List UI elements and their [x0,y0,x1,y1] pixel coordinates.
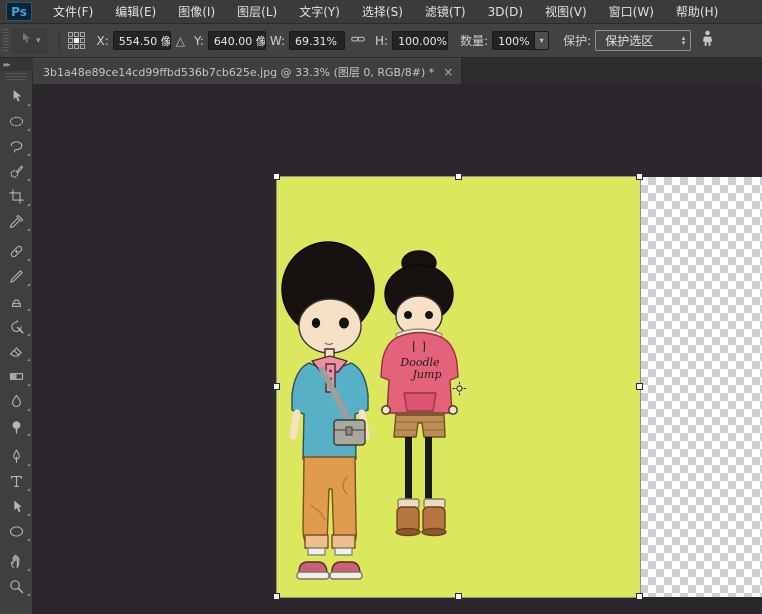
w-input[interactable]: 69.31% [289,31,345,50]
menu-bar: Ps 文件(F)编辑(E)图像(I)图层(L)文字(Y)选择(S)滤镜(T)3D… [0,0,762,24]
pen-tool-icon[interactable] [0,444,33,469]
menu-item[interactable]: 图像(I) [167,0,226,24]
transform-handle[interactable] [636,383,643,390]
toolbar-collapse-button[interactable]: ▸▸ [0,58,33,71]
w-label: W: [270,34,285,48]
transform-handle[interactable] [636,173,643,180]
document-tab[interactable]: 3b1a48e89ce14cd99ffbd536b7cb625e.jpg @ 3… [33,58,462,84]
transform-handle[interactable] [636,593,643,600]
marquee-tool-icon[interactable] [0,109,33,134]
shape-tool-icon[interactable] [0,519,33,544]
history-brush-tool-icon[interactable] [0,314,33,339]
amount-dropdown-button[interactable]: ▾ [534,31,549,50]
chevron-down-icon: ▾ [540,36,544,45]
menu-item[interactable]: 编辑(E) [104,0,167,24]
toolbar-grip[interactable] [6,73,26,82]
tool-bar: ▸▸ [0,58,33,614]
crop-tool-icon[interactable] [0,184,33,209]
y-input[interactable]: 640.00 像素 [208,31,266,50]
tab-bar: 3b1a48e89ce14cd99ffbd536b7cb625e.jpg @ 3… [33,58,762,84]
tool-preset-picker[interactable]: ▾ [12,28,47,53]
select-spinner-icon: ▴▾ [682,36,686,46]
reference-point-locator[interactable] [68,32,85,49]
transform-handle[interactable] [455,593,462,600]
x-input[interactable]: 554.50 像素 [113,31,171,50]
path-selection-tool-icon[interactable] [0,494,33,519]
h-input[interactable]: 100.00% [392,31,448,50]
menu-item[interactable]: 窗口(W) [598,0,665,24]
relative-position-icon[interactable]: △ [176,34,185,48]
transform-handle[interactable] [273,173,280,180]
menu-item[interactable]: 视图(V) [534,0,598,24]
menu-item[interactable]: 滤镜(T) [414,0,477,24]
amount-input[interactable]: 100% [492,31,534,50]
link-dimensions-icon[interactable] [350,31,366,50]
hand-tool-icon[interactable] [0,549,33,574]
close-icon[interactable]: × [443,65,453,79]
transform-handle[interactable] [273,593,280,600]
menu-item[interactable]: 图层(L) [226,0,288,24]
amount-label: 数量: [460,32,488,49]
blur-tool-icon[interactable] [0,389,33,414]
current-tool-icon [18,31,33,50]
eraser-tool-icon[interactable] [0,339,33,364]
brush-tool-icon[interactable] [0,264,33,289]
protect-selected-value: 保护选区 [605,32,653,49]
y-label: Y: [194,34,204,48]
lasso-tool-icon[interactable] [0,134,33,159]
eyedropper-tool-icon[interactable] [0,209,33,234]
h-label: H: [375,34,388,48]
menu-item[interactable]: 帮助(H) [665,0,729,24]
transform-reference-point[interactable] [452,381,467,396]
divider [59,30,60,52]
menu-item[interactable]: 文件(F) [42,0,104,24]
spot-healing-tool-icon[interactable] [0,239,33,264]
protect-select[interactable]: 保护选区 ▴▾ [595,30,691,51]
document-area: Doodle Jump [33,84,762,614]
menu-item[interactable]: 3D(D) [477,0,534,24]
hoodie-text-jump: Jump [411,368,442,381]
photoshop-window: Ps 文件(F)编辑(E)图像(I)图层(L)文字(Y)选择(S)滤镜(T)3D… [0,0,762,614]
transform-handle[interactable] [273,383,280,390]
transform-handle[interactable] [455,173,462,180]
clone-stamp-tool-icon[interactable] [0,289,33,314]
options-bar: ▾ X: 554.50 像素 △ Y: 640.00 像素 W: 69.31% … [0,24,762,58]
dodge-tool-icon[interactable] [0,414,33,439]
menu-item[interactable]: 选择(S) [351,0,414,24]
photoshop-logo: Ps [6,2,32,21]
x-label: X: [97,34,109,48]
menu-item[interactable]: 文字(Y) [288,0,351,24]
move-tool-icon[interactable] [0,84,33,109]
options-bar-grip [3,29,8,53]
zoom-tool-icon[interactable] [0,574,33,599]
transparent-pixels-checkerboard [640,177,762,597]
protect-skin-tones-icon[interactable] [701,30,714,51]
protect-label: 保护: [563,32,591,49]
gradient-tool-icon[interactable] [0,364,33,389]
quick-selection-tool-icon[interactable] [0,159,33,184]
document-tab-title: 3b1a48e89ce14cd99ffbd536b7cb625e.jpg @ 3… [43,64,434,80]
type-tool-icon[interactable] [0,469,33,494]
chevron-down-icon: ▾ [36,36,41,46]
